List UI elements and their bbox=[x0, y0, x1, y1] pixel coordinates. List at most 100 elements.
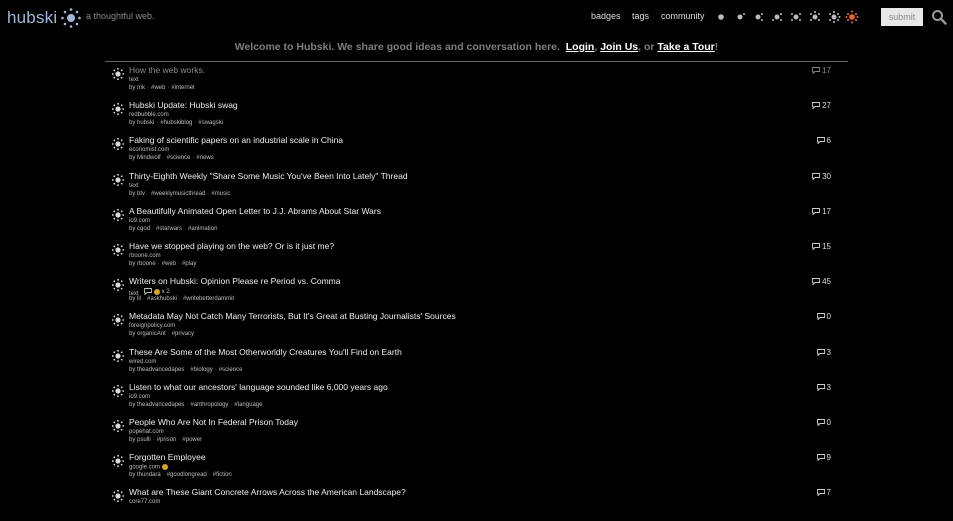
filter-2-icon[interactable] bbox=[732, 9, 748, 25]
post-title[interactable]: A Beautifully Animated Open Letter to J.… bbox=[129, 206, 381, 216]
join-link[interactable]: Join Us bbox=[600, 41, 638, 53]
post-icon[interactable] bbox=[111, 384, 125, 398]
comment-count[interactable]: 15 bbox=[812, 242, 831, 251]
post-tag[interactable]: #anthropology bbox=[190, 402, 228, 408]
comment-count[interactable]: 3 bbox=[816, 348, 831, 357]
post-domain[interactable]: text bbox=[129, 183, 139, 189]
post-icon[interactable] bbox=[111, 173, 125, 187]
post-tag[interactable]: #internet bbox=[171, 85, 194, 91]
post-domain[interactable]: foreignpolicy.com bbox=[129, 323, 175, 329]
post-author[interactable]: mk bbox=[137, 85, 145, 91]
post-tag[interactable]: #play bbox=[182, 261, 196, 267]
post-tag[interactable]: #power bbox=[182, 437, 202, 443]
nav-community[interactable]: community bbox=[661, 11, 705, 21]
post-tag[interactable]: #hubskiblog bbox=[160, 120, 192, 126]
nav-tags[interactable]: tags bbox=[632, 11, 649, 21]
post-tag[interactable]: #language bbox=[234, 402, 262, 408]
comment-count[interactable]: 17 bbox=[812, 66, 831, 75]
post-author[interactable]: organicAnt bbox=[137, 331, 166, 337]
comment-count[interactable]: 45 bbox=[812, 277, 831, 286]
post-domain[interactable]: io9.com bbox=[129, 218, 150, 224]
post-domain[interactable]: popehat.com bbox=[129, 429, 164, 435]
filter-6-icon[interactable] bbox=[807, 9, 823, 25]
login-link[interactable]: Login bbox=[566, 41, 595, 53]
filter-1-icon[interactable] bbox=[716, 9, 732, 25]
post-tag[interactable]: #science bbox=[219, 367, 243, 373]
post-tag[interactable]: #askhubski bbox=[147, 296, 177, 302]
filter-4-icon[interactable] bbox=[769, 9, 785, 25]
post-tag[interactable]: #prison bbox=[157, 437, 177, 443]
post-icon[interactable] bbox=[111, 243, 125, 257]
post-icon[interactable] bbox=[111, 489, 125, 503]
post-author[interactable]: rboone bbox=[137, 261, 156, 267]
post-tag[interactable]: #animation bbox=[188, 226, 217, 232]
comment-count[interactable]: 17 bbox=[812, 207, 831, 216]
post-tag[interactable]: #privacy bbox=[172, 331, 194, 337]
post-tag[interactable]: #web bbox=[151, 85, 165, 91]
post-tag[interactable]: #news bbox=[196, 155, 213, 161]
tour-link[interactable]: Take a Tour bbox=[657, 41, 714, 53]
post-icon[interactable] bbox=[111, 419, 125, 433]
post-author[interactable]: cgod bbox=[137, 226, 150, 232]
post-author[interactable]: hubski bbox=[137, 120, 154, 126]
post-author[interactable]: theadvancedapes bbox=[137, 367, 184, 373]
post-domain[interactable]: io9.com bbox=[129, 394, 150, 400]
comment-count[interactable]: 7 bbox=[816, 488, 831, 497]
post-icon[interactable] bbox=[111, 208, 125, 222]
post-title[interactable]: These Are Some of the Most Otherworldly … bbox=[129, 347, 402, 357]
post-author[interactable]: btv bbox=[137, 191, 145, 197]
post-tag[interactable]: #weeklymusicthread bbox=[151, 191, 205, 197]
post-title[interactable]: Faking of scientific papers on an indust… bbox=[129, 135, 343, 145]
post-title[interactable]: How the web works. bbox=[129, 65, 205, 75]
post-icon[interactable] bbox=[111, 102, 125, 116]
submit-button[interactable]: submit bbox=[881, 8, 923, 26]
post-domain[interactable]: google.com bbox=[129, 465, 160, 471]
post-domain[interactable]: text bbox=[129, 77, 139, 83]
post-author[interactable]: Mindwolf bbox=[137, 155, 161, 161]
post-tag[interactable]: #starwars bbox=[156, 226, 182, 232]
filter-8-icon[interactable] bbox=[844, 9, 860, 25]
comment-count[interactable]: 9 bbox=[816, 453, 831, 462]
filter-7-icon[interactable] bbox=[826, 9, 842, 25]
post-icon[interactable] bbox=[111, 67, 125, 81]
post-icon[interactable] bbox=[111, 278, 125, 292]
post-domain[interactable]: core77.com bbox=[129, 499, 160, 505]
post-tag[interactable]: #biology bbox=[190, 367, 212, 373]
search-icon[interactable] bbox=[931, 9, 947, 25]
filter-5-icon[interactable] bbox=[788, 9, 804, 25]
comment-count[interactable]: 30 bbox=[812, 172, 831, 181]
post-title[interactable]: Listen to what our ancestors' language s… bbox=[129, 382, 388, 392]
post-domain[interactable]: rboone.com bbox=[129, 253, 161, 259]
post-title[interactable]: People Who Are Not In Federal Prison Tod… bbox=[129, 417, 298, 427]
comment-count[interactable]: 0 bbox=[816, 312, 831, 321]
comment-count[interactable]: 3 bbox=[816, 383, 831, 392]
post-author[interactable]: psulli bbox=[137, 437, 151, 443]
comment-count[interactable]: 27 bbox=[812, 101, 831, 110]
post-tag[interactable]: #goodlongread bbox=[167, 472, 207, 478]
post-icon[interactable] bbox=[111, 313, 125, 327]
post-domain[interactable]: economist.com bbox=[129, 147, 169, 153]
post-icon[interactable] bbox=[111, 454, 125, 468]
post-tag[interactable]: #swagski bbox=[198, 120, 223, 126]
post-title[interactable]: Thirty-Eighth Weekly "Share Some Music Y… bbox=[129, 171, 408, 181]
post-title[interactable]: Hubski Update: Hubski swag bbox=[129, 100, 238, 110]
post-icon[interactable] bbox=[111, 137, 125, 151]
post-title[interactable]: Have we stopped playing on the web? Or i… bbox=[129, 241, 334, 251]
comment-count[interactable]: 0 bbox=[816, 418, 831, 427]
post-tag[interactable]: #web bbox=[162, 261, 176, 267]
filter-3-icon[interactable] bbox=[750, 9, 766, 25]
post-tag[interactable]: #writebetterdammit bbox=[183, 296, 234, 302]
post-icon[interactable] bbox=[111, 349, 125, 363]
post-title[interactable]: What are These Giant Concrete Arrows Acr… bbox=[129, 487, 406, 497]
hubski-logo[interactable]: hubski bbox=[7, 7, 82, 29]
post-title[interactable]: Writers on Hubski: Opinion Please re Per… bbox=[129, 276, 340, 286]
post-title[interactable]: Forgotten Employee bbox=[129, 452, 206, 462]
comment-count[interactable]: 6 bbox=[816, 136, 831, 145]
post-author[interactable]: thundara bbox=[137, 472, 161, 478]
post-domain[interactable]: redbubble.com bbox=[129, 112, 169, 118]
post-title[interactable]: Metadata May Not Catch Many Terrorists, … bbox=[129, 311, 456, 321]
nav-badges[interactable]: badges bbox=[591, 11, 621, 21]
post-domain[interactable]: wired.com bbox=[129, 359, 156, 365]
post-author[interactable]: theadvancedapes bbox=[137, 402, 184, 408]
post-tag[interactable]: #fiction bbox=[213, 472, 232, 478]
